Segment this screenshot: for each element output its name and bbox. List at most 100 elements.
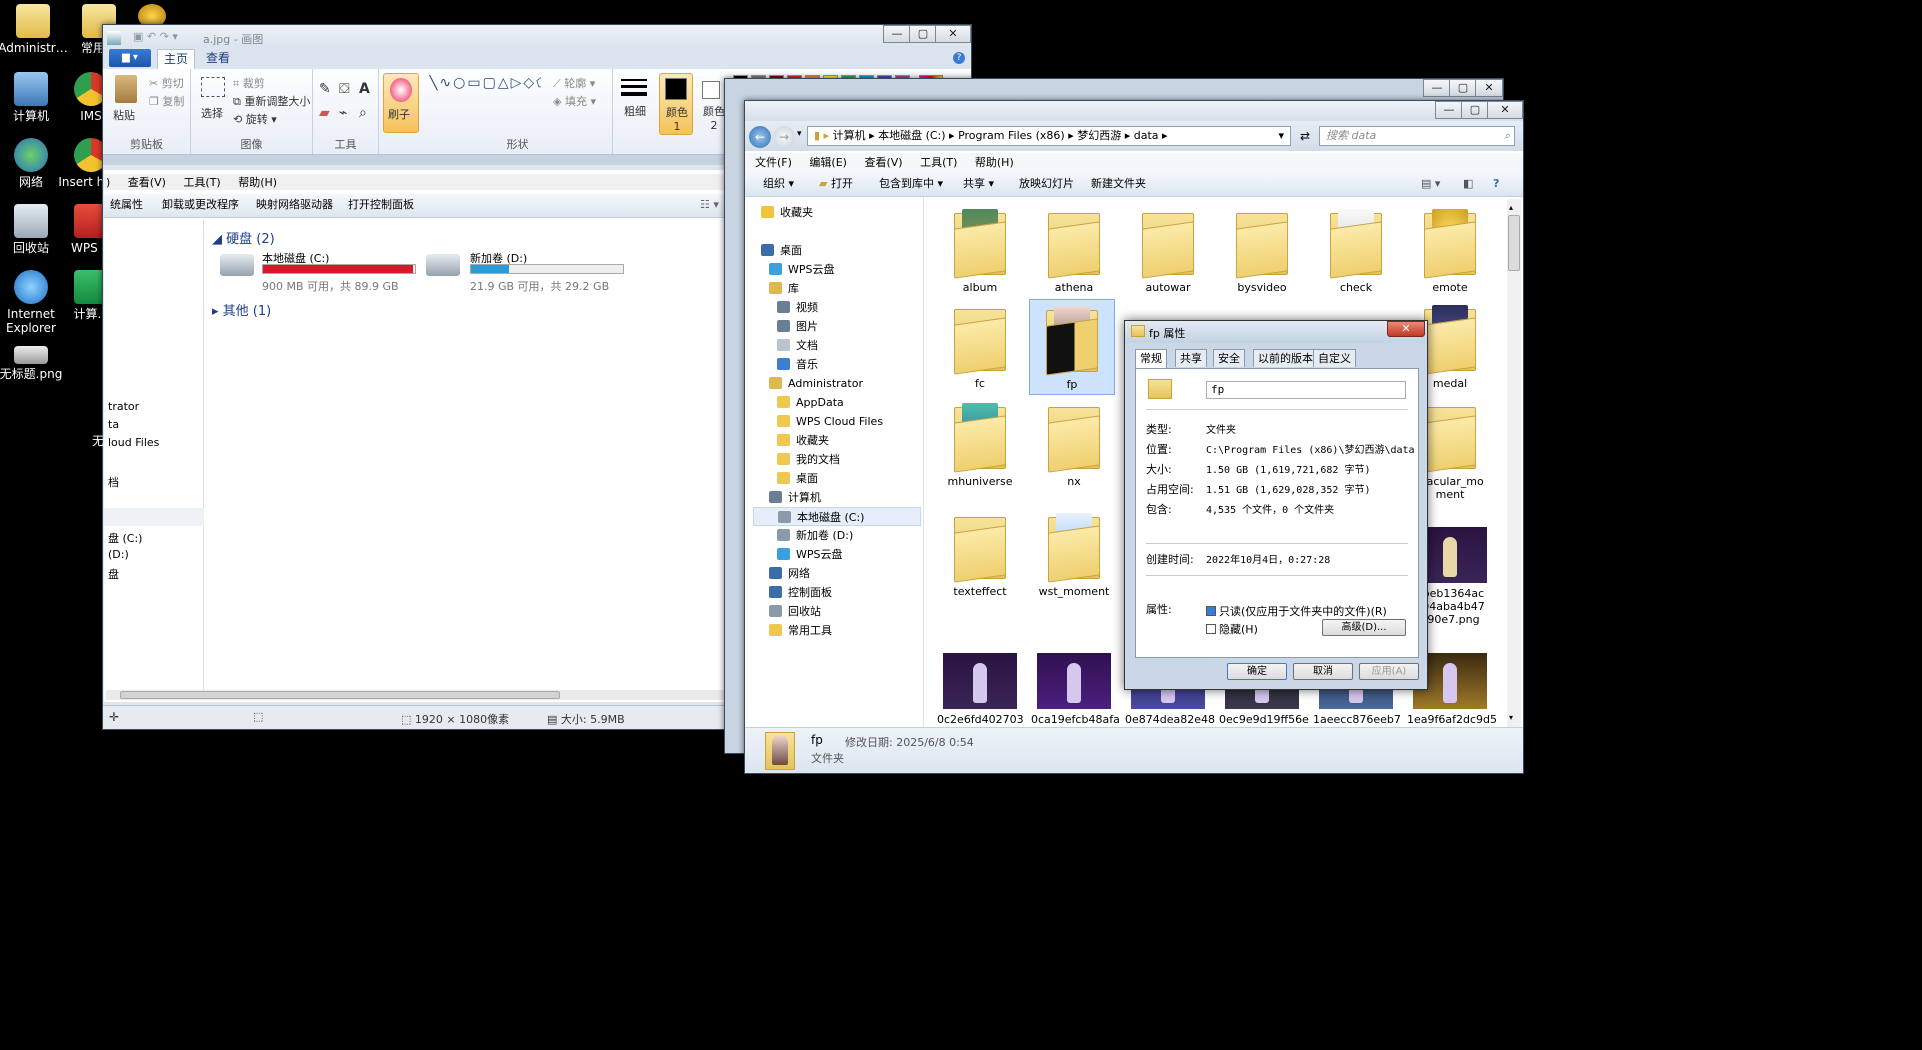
maximize-button[interactable]: ▢ [909,25,937,43]
drive-c-icon[interactable] [220,254,254,276]
folder-item[interactable]: athena [1031,203,1117,294]
folder-item[interactable]: check [1313,203,1399,294]
menu-help[interactable]: 帮助(H) [975,156,1014,169]
drive-d-icon[interactable] [426,254,460,276]
tab-customize[interactable]: 自定义 [1313,349,1356,367]
copy-button[interactable]: ❐ 复制 [149,93,184,109]
nav-item[interactable]: 常用工具 [753,621,921,640]
breadcrumb-item[interactable]: 梦幻西游 [1077,129,1121,142]
scrollbar-thumb[interactable] [120,691,560,699]
close-button[interactable]: ✕ [935,25,971,43]
open-button[interactable]: ▰ 打开 [819,173,853,195]
breadcrumb-item[interactable]: 本地磁盘 (C:) [878,129,945,142]
menu-help[interactable]: 帮助(H) [238,176,277,189]
folder-item[interactable]: texteffect [937,507,1023,598]
paste-button[interactable]: 粘贴 [113,107,135,123]
breadcrumb-separator-icon[interactable]: ▸ [946,129,959,142]
breadcrumb-separator-icon[interactable]: ▸ [1159,129,1168,142]
cut-button[interactable]: ✂ 剪切 [149,75,184,91]
horizontal-scrollbar[interactable] [106,690,742,700]
nav-item[interactable]: AppData [753,393,921,412]
nav-item[interactable]: 控制面板 [753,583,921,602]
menu-view[interactable]: 查看(V) [128,176,166,189]
menu-tools[interactable]: 工具(T) [920,156,957,169]
open-control-panel-button[interactable]: 打开控制面板 [348,194,414,216]
new-folder-button[interactable]: 新建文件夹 [1091,173,1146,195]
bg-minimize-button[interactable]: — [1423,79,1451,97]
nav-item[interactable]: 收藏夹 [753,203,921,222]
nav-item[interactable]: 视频 [753,298,921,317]
breadcrumb-separator-icon[interactable]: ▸ [1121,129,1134,142]
tab-home[interactable]: 主页 [157,49,195,69]
refresh-button[interactable]: ⇄ [1295,126,1315,146]
address-dropdown-icon[interactable]: ▾ [1278,127,1284,145]
nav-item[interactable]: WPS云盘 [753,545,921,564]
nav-item[interactable]: WPS云盘 [753,260,921,279]
breadcrumb-separator-icon[interactable]: ▸ [1065,129,1078,142]
text-tool-icon[interactable]: A [359,81,370,97]
magnifier-icon[interactable]: ⌕ [359,105,367,121]
cancel-button[interactable]: 取消 [1293,663,1353,680]
nav-item[interactable]: 文档 [753,336,921,355]
paint-file-menu-button[interactable]: ▆ ▾ [109,49,151,67]
scroll-up-arrow[interactable]: ▴ [1509,203,1513,212]
dialog-close-button[interactable]: ✕ [1387,321,1425,337]
folder-item[interactable]: autowar [1125,203,1211,294]
breadcrumb-item[interactable]: Program Files (x86) [958,129,1065,142]
nav-item[interactable]: WPS Cloud Files [753,412,921,431]
other-header[interactable]: ▸ 其他 (1) [212,300,271,319]
nav-item[interactable]: 库 [753,279,921,298]
folder-item[interactable]: emote [1407,203,1493,294]
recent-pages-dropdown[interactable]: ▾ [797,129,802,139]
breadcrumb[interactable]: ▮ ▸ 计算机 ▸ 本地磁盘 (C:) ▸ Program Files (x86… [807,126,1291,146]
breadcrumb-separator-icon[interactable]: ▸ [866,129,879,142]
minimize-button[interactable]: — [1435,101,1463,119]
paste-icon[interactable] [115,75,137,103]
advanced-button[interactable]: 高级(D)... [1322,619,1406,636]
desktop-icon-administrator[interactable]: Administr… [0,4,68,55]
vertical-scrollbar[interactable]: ▴ ▾ [1507,199,1521,727]
folder-item[interactable]: wst_moment [1031,507,1117,598]
image-file-item[interactable]: 0c2e6fd402703 [937,653,1024,726]
desktop-icon-untitled-png[interactable]: 无标题.png [0,346,66,381]
nav-item[interactable]: 本地磁盘 (C:) [753,507,921,526]
bg-close-button[interactable]: ✕ [1475,79,1503,97]
change-view-icon[interactable]: ▤ ▾ [1421,173,1440,195]
forward-button[interactable]: → [773,126,795,148]
folder-name-input[interactable]: fp [1206,381,1406,399]
ok-button[interactable]: 确定 [1227,663,1287,680]
search-input[interactable]: 搜索 data ⌕ [1319,126,1515,146]
dialog-titlebar[interactable]: fp 属性 ✕ [1125,321,1427,343]
menu-view[interactable]: 查看(V) [864,156,902,169]
menu-edit[interactable]: 编辑(E) [809,156,847,169]
slideshow-button[interactable]: 放映幻灯片 [1019,173,1074,195]
maximize-button[interactable]: ▢ [1461,101,1489,119]
help-icon[interactable]: ? [1493,173,1499,195]
back-button[interactable]: ← [749,126,771,148]
folder-item[interactable]: fp [1029,299,1115,395]
preview-pane-icon[interactable]: ◧ [1463,173,1473,195]
nav-item[interactable]: 网络 [753,564,921,583]
view-options-icon[interactable]: ☷ ▾ [700,194,719,216]
nav-item[interactable]: 新加卷 (D:) [753,526,921,545]
bg-maximize-button[interactable]: ▢ [1449,79,1477,97]
nav-item[interactable]: 桌面 [753,469,921,488]
menu-tools[interactable]: 工具(T) [183,176,220,189]
image-file-item[interactable]: 0ca19efcb48afa [1031,653,1120,726]
outline-button[interactable]: ⟋ 轮廓 ▾ [553,75,595,91]
breadcrumb-item[interactable]: 计算机 [833,129,866,142]
nav-item[interactable]: Administrator [753,374,921,393]
hidden-checkbox[interactable]: 隐藏(H) [1206,621,1258,637]
readonly-checkbox[interactable]: 只读(仅应用于文件夹中的文件)(R) [1206,603,1387,619]
nav-item[interactable]: 音乐 [753,355,921,374]
apply-button[interactable]: 应用(A) [1359,663,1419,680]
select-button[interactable]: 选择 [201,105,223,121]
brushes-button[interactable]: 刷子 [383,73,419,133]
explorer-titlebar[interactable]: — ▢ ✕ [745,101,1523,121]
nav-item[interactable]: 收藏夹 [753,431,921,450]
pencil-icon[interactable]: ✎ [319,81,331,97]
rotate-button[interactable]: ⟲ 旋转 ▾ [233,111,277,127]
include-in-library-button[interactable]: 包含到库中 ▾ [879,173,943,195]
tab-sharing[interactable]: 共享 [1175,349,1207,367]
folder-item[interactable]: fc [937,299,1023,390]
